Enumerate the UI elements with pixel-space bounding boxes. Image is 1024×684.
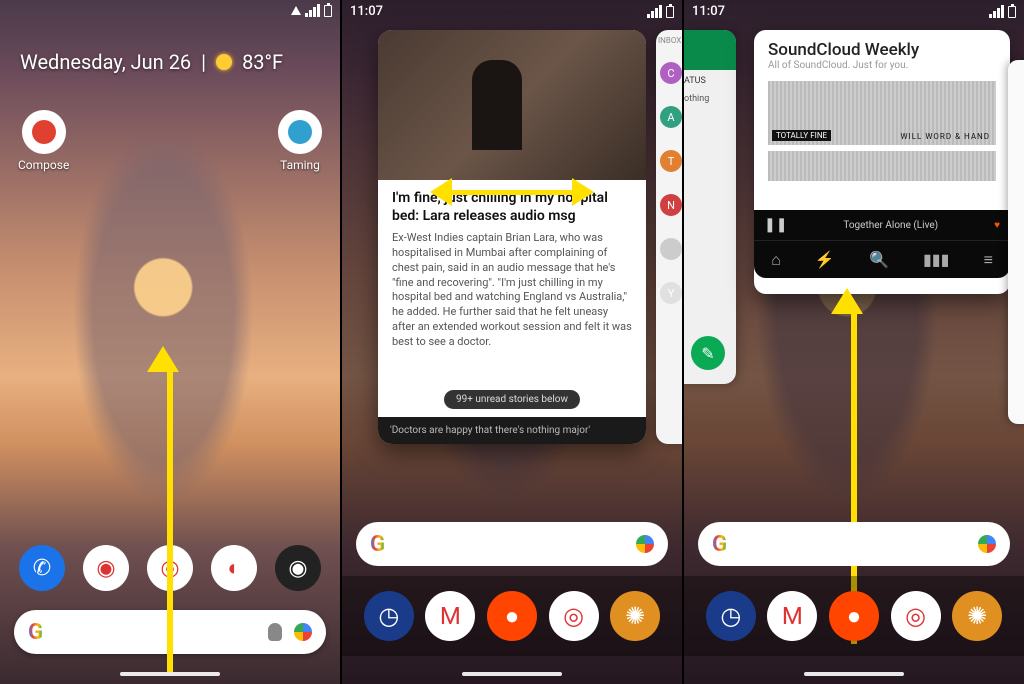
mini-player[interactable]: ❚❚ Together Alone (Live) ♥ ⌂ ⚡ 🔍 ▮▮▮ ≡ <box>754 210 1010 278</box>
dock-app-gmail[interactable]: M <box>767 591 817 641</box>
status-bar: 11:07 <box>350 4 674 19</box>
google-search-bar[interactable]: G <box>14 610 326 654</box>
inbox-label: INBOX <box>656 30 682 51</box>
dock-app-messenger[interactable]: ◉ <box>83 545 129 591</box>
recent-app-card-gmail-peek[interactable]: INBOX CATNY <box>656 30 682 444</box>
search-icon[interactable]: 🔍 <box>869 250 889 269</box>
battery-icon <box>666 6 674 18</box>
home-icon[interactable]: ⌂ <box>771 250 781 270</box>
inbox-row[interactable]: N <box>656 183 682 227</box>
pause-icon[interactable]: ❚❚ <box>764 217 787 233</box>
album-artwork-2 <box>768 151 996 181</box>
dock-app-reddit[interactable]: ● <box>829 591 879 641</box>
inbox-row[interactable]: Y <box>656 271 682 315</box>
bluetooth-icon <box>291 6 301 15</box>
clock-text: 11:07 <box>692 4 725 19</box>
article-subhead: 'Doctors are happy that there's nothing … <box>378 417 646 444</box>
dock-app-sun[interactable]: ✺ <box>610 591 660 641</box>
clock-text: 11:07 <box>350 4 383 19</box>
library-icon[interactable]: ▮▮▮ <box>923 250 949 269</box>
dock-app-target[interactable]: ◎ <box>147 545 193 591</box>
home-shortcut-taming[interactable]: Taming <box>278 110 322 172</box>
sun-icon <box>216 54 232 70</box>
now-playing-title: Together Alone (Live) <box>787 220 994 231</box>
recent-app-card-right-peek[interactable] <box>1008 60 1024 424</box>
dock-app-camera[interactable]: ◉ <box>275 545 321 591</box>
google-search-bar[interactable]: G <box>698 522 1010 566</box>
dock-app-phone[interactable]: ✆ <box>19 545 65 591</box>
album-artwork: TOTALLY FINE WILL WORD & HAND <box>768 81 996 145</box>
dock-app-circle[interactable]: ◎ <box>549 591 599 641</box>
home-shortcut-compose[interactable]: Compose <box>18 110 69 172</box>
inbox-row[interactable]: T <box>656 139 682 183</box>
phone-screen-recents: 11:07 I'm fine, just chilling in my hosp… <box>340 0 682 684</box>
assistant-icon[interactable] <box>978 535 996 553</box>
article-title: I'm fine, just chilling in my hospital b… <box>392 190 632 225</box>
inbox-row[interactable]: A <box>656 95 682 139</box>
battery-icon <box>1008 6 1016 18</box>
google-search-bar[interactable]: G <box>356 522 668 566</box>
stream-icon[interactable]: ⚡ <box>815 250 835 269</box>
google-logo-icon: G <box>28 620 43 645</box>
date-text: Wednesday, Jun 26 <box>20 50 191 74</box>
unread-chip[interactable]: 99+ unread stories below <box>444 390 580 409</box>
phone-screen-recents-2: 11:07 ATUS othing ✎ SoundCloud Weekly Al… <box>682 0 1024 684</box>
google-logo-icon: G <box>712 532 727 557</box>
favorites-dock: ◷M●◎✺ <box>342 576 682 656</box>
recent-app-card-messaging-peek[interactable]: ATUS othing ✎ <box>682 30 736 384</box>
peek-header-text: ATUS <box>682 70 736 92</box>
like-icon[interactable]: ♥ <box>994 220 1000 231</box>
date-weather-widget[interactable]: Wednesday, Jun 26 | 83°F <box>20 50 283 74</box>
menu-icon[interactable]: ≡ <box>984 250 993 270</box>
phone-screen-home: Wednesday, Jun 26 | 83°F Compose Taming ✆… <box>0 0 340 684</box>
green-header <box>682 30 736 70</box>
assistant-icon[interactable] <box>636 535 654 553</box>
artwork-tag: TOTALLY FINE <box>772 130 831 141</box>
mic-icon[interactable] <box>268 623 282 641</box>
home-shortcuts: Compose Taming <box>0 110 340 172</box>
dock-app-sun[interactable]: ✺ <box>952 591 1002 641</box>
gesture-nav-pill[interactable] <box>120 672 220 676</box>
playlist-subtitle: All of SoundCloud. Just for you. <box>768 60 996 71</box>
dock-app-circle[interactable]: ◎ <box>891 591 941 641</box>
status-bar: 11:07 <box>692 4 1016 19</box>
recent-app-card-news[interactable]: I'm fine, just chilling in my hospital b… <box>378 30 646 444</box>
article-hero-image <box>378 30 646 180</box>
dock-app-reddit[interactable]: ● <box>487 591 537 641</box>
status-bar <box>8 4 332 17</box>
favorites-dock: ✆ ◉ ◎ ◐ ◉ <box>10 540 330 596</box>
signal-icon <box>305 4 320 17</box>
artwork-band-name: WILL WORD & HAND <box>900 132 990 141</box>
temperature-text: 83°F <box>242 50 283 74</box>
gesture-nav-pill[interactable] <box>462 672 562 676</box>
favorites-dock: ◷M●◎✺ <box>684 576 1024 656</box>
signal-icon <box>989 5 1004 18</box>
inbox-row[interactable]: C <box>656 51 682 95</box>
assistant-icon[interactable] <box>294 623 312 641</box>
dock-app-gmail[interactable]: M <box>425 591 475 641</box>
article-body: Ex-West Indies captain Brian Lara, who w… <box>392 231 632 350</box>
battery-icon <box>324 5 332 17</box>
compose-fab[interactable]: ✎ <box>691 336 725 370</box>
peek-item-text: othing <box>682 92 736 106</box>
dock-app-clock[interactable]: ◷ <box>364 591 414 641</box>
dock-app-clock[interactable]: ◷ <box>706 591 756 641</box>
inbox-row[interactable] <box>656 227 682 271</box>
google-logo-icon: G <box>370 532 385 557</box>
playlist-title: SoundCloud Weekly <box>768 40 996 60</box>
signal-icon <box>647 5 662 18</box>
gesture-nav-pill[interactable] <box>804 672 904 676</box>
dock-app-chrome[interactable]: ◐ <box>211 545 257 591</box>
